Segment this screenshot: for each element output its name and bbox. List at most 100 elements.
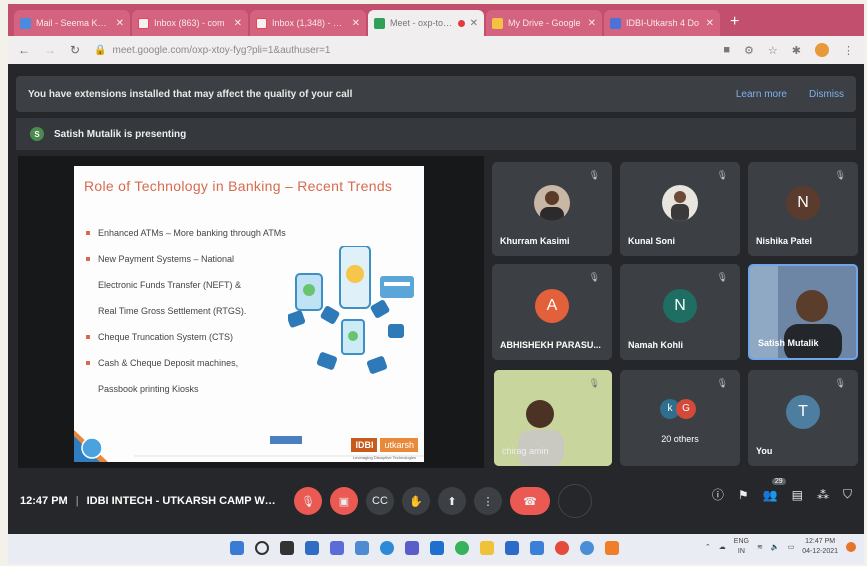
tab-inbox-1[interactable]: Inbox (863) - com ✕ [132,10,248,36]
close-icon[interactable]: ✕ [234,18,242,29]
meet-icon [374,17,385,29]
system-tray: ⌃ ☁ ENG IN ≋ 🔈 ▭ 12:47 PM 04-12-2021 [705,537,856,557]
chat-app-icon[interactable] [330,541,344,555]
participant-tile[interactable]: 🎙︎ A ABHISHEKH PARASU... [492,264,612,360]
reload-icon[interactable]: ↻ [70,43,80,57]
raise-hand-button[interactable]: ✋ [402,487,430,515]
participant-tile-active-speaker[interactable]: ▮▮ Satish Mutalik [748,264,858,360]
meeting-time: 12:47 PM [20,495,68,507]
volume-icon[interactable]: 🔈 [771,543,780,551]
presentation-stage[interactable]: Role of Technology in Banking – Recent T… [18,156,484,468]
present-button[interactable]: ⬆ [438,487,466,515]
mic-off-icon: 🎙︎ [716,272,728,282]
menu-icon[interactable]: ⋮ [843,44,854,57]
extension-warning-banner: You have extensions installed that may a… [16,76,856,112]
onedrive-icon[interactable]: ☁ [719,543,726,551]
leave-call-button[interactable]: ☎ [510,487,550,515]
language-indicator[interactable]: ENG IN [734,537,749,557]
presenting-text: Satish Mutalik is presenting [54,128,187,140]
slide-button-graphic [270,436,302,444]
close-icon[interactable]: ✕ [352,18,360,29]
camera-icon[interactable]: ■ [723,44,730,56]
tab-idbi[interactable]: IDBI-Utkarsh 4 Do ✕ [604,10,720,36]
captions-button[interactable]: CC [366,487,394,515]
url-field[interactable]: 🔒 meet.google.com/oxp-xtoy-fyg?pli=1&aut… [94,45,709,56]
vlc-icon[interactable] [605,541,619,555]
battery-icon[interactable]: ▭ [788,543,795,551]
store-icon[interactable] [530,541,544,555]
people-count-badge: 29 [771,477,786,485]
participant-photo [662,185,698,222]
back-icon[interactable]: ← [18,43,30,57]
digital-payments-illustration [288,246,414,374]
new-tab-button[interactable]: + [730,13,739,31]
tab-mail[interactable]: Mail - Seema Khan ✕ [14,10,130,36]
chat-icon[interactable]: ▤ [792,488,803,502]
settings-app-icon[interactable] [355,541,369,555]
file-explorer-icon[interactable] [480,541,494,555]
document-icon [610,17,621,29]
participant-photo [534,185,570,222]
wifi-icon[interactable]: ≋ [757,543,763,551]
people-icon[interactable]: 👥 29 [763,477,786,502]
tab-drive[interactable]: My Drive - Google ✕ [486,10,602,36]
close-icon[interactable]: ✕ [116,18,124,29]
participant-tile[interactable]: 🎙︎ N Namah Kohli [620,264,740,360]
shield-icon[interactable]: ⛉ [843,487,852,502]
recording-indicator-icon [457,19,465,27]
participant-name: Namah Kohli [628,340,684,350]
notification-icon[interactable] [846,542,856,552]
settings-icon[interactable]: ⚙ [744,44,754,57]
task-view-icon[interactable] [280,541,294,555]
tab-meet[interactable]: Meet - oxp-toy-fyg ✕ [368,10,484,36]
meeting-details-icon[interactable]: ⓘ [712,486,724,503]
forward-icon[interactable]: → [44,43,56,57]
mail-icon [20,17,31,29]
clock-date: 04-12-2021 [802,548,838,555]
participant-tile[interactable]: 🎙︎ Kunal Soni [620,162,740,256]
separator: | [75,495,79,507]
tab-title: Inbox (863) - com [154,18,225,28]
extensions-icon[interactable]: ✱ [792,44,801,57]
activities-icon[interactable]: ⁂ [817,488,829,502]
others-tile[interactable]: 🎙︎ k G 20 others [620,370,740,466]
close-icon[interactable]: ✕ [588,18,596,29]
profile-avatar[interactable] [815,43,829,57]
presenting-bar: S Satish Mutalik is presenting [16,118,856,150]
outlook-icon[interactable] [430,541,444,555]
more-options-button[interactable]: ⋮ [474,487,502,515]
participant-tile[interactable]: 🎙︎ N Nishika Patel [748,162,858,256]
drive-icon [492,17,503,29]
teams-icon[interactable] [405,541,419,555]
mic-off-icon: 🎙︎ [588,272,600,282]
lock-icon: 🔒 [94,44,107,56]
idbi-logo-tag: utkarsh [380,438,418,452]
star-icon[interactable]: ☆ [768,44,778,57]
idbi-logo: IDBI utkarsh [351,438,418,452]
participant-tile[interactable]: 🎙︎ Khurram Kasimi [492,162,612,256]
close-icon[interactable]: ✕ [706,18,714,29]
camera-toggle-button[interactable]: ▣ [330,487,358,515]
taskbar-clock[interactable]: 12:47 PM 04-12-2021 [802,537,838,557]
chrome-icon[interactable] [555,541,569,555]
host-controls-icon[interactable]: ⚑ [738,488,749,502]
mic-toggle-button[interactable]: 🎙︎ [294,487,322,515]
tab-inbox-2[interactable]: Inbox (1,348) - bus ✕ [250,10,366,36]
learn-more-link[interactable]: Learn more [736,89,787,100]
mic-off-icon: 🎙︎ [716,170,728,180]
edge-icon[interactable] [380,541,394,555]
chevron-up-icon[interactable]: ⌃ [705,543,711,551]
dismiss-button[interactable]: Dismiss [809,89,844,100]
participant-tile[interactable]: 🎙︎ chirag amin [494,370,612,466]
slide-bullet: Cash & Cheque Deposit machines, [86,350,306,376]
search-icon[interactable] [255,541,269,555]
whatsapp-icon[interactable] [455,541,469,555]
start-icon[interactable] [230,541,244,555]
mail-app-icon[interactable] [505,541,519,555]
mic-off-icon: 🎙︎ [834,170,846,180]
self-tile[interactable]: 🎙︎ T You [748,370,858,466]
app-icon[interactable] [580,541,594,555]
widgets-icon[interactable] [305,541,319,555]
url-text: meet.google.com/oxp-xtoy-fyg?pli=1&authu… [112,44,331,56]
close-icon[interactable]: ✕ [470,18,478,29]
